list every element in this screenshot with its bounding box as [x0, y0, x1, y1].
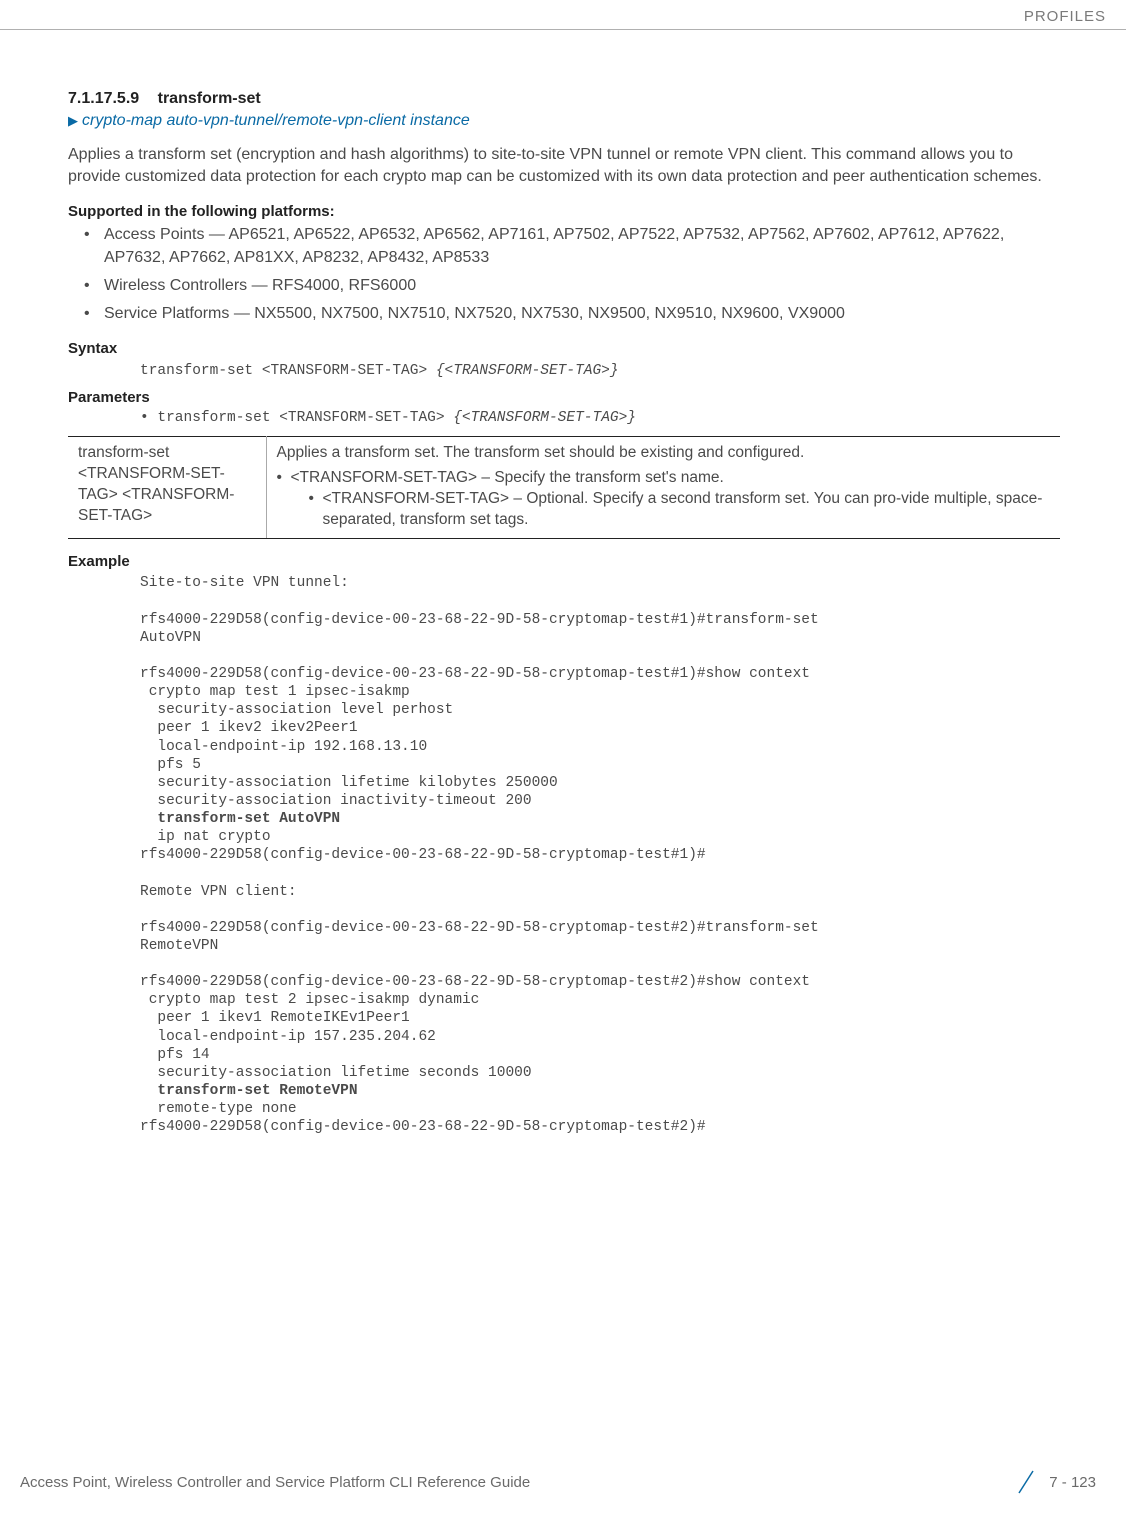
- param-desc-summary: Applies a transform set. The transform s…: [277, 443, 1051, 464]
- code-line: rfs4000-229D58(config-device-00-23-68-22…: [140, 665, 1066, 683]
- syntax-text: transform-set <TRANSFORM-SET-TAG> {<TRAN…: [140, 363, 619, 379]
- section-heading: 7.1.17.5.9 transform-set: [68, 90, 1066, 108]
- parameters-heading: Parameters: [68, 389, 1066, 406]
- footer-page-number-group: 7 - 123: [1013, 1469, 1096, 1495]
- code-line: security-association lifetime kilobytes …: [140, 774, 1066, 792]
- code-line: AutoVPN: [140, 629, 1066, 647]
- example-block: Site-to-site VPN tunnel: rfs4000-229D58(…: [68, 574, 1066, 1136]
- table-row: transform-set <TRANSFORM-SET-TAG> <TRANS…: [68, 436, 1060, 539]
- param-desc-list: <TRANSFORM-SET-TAG> – Specify the transf…: [277, 468, 1051, 531]
- code-line: Site-to-site VPN tunnel:: [140, 574, 1066, 592]
- code-line: security-association inactivity-timeout …: [140, 792, 1066, 810]
- list-item: Service Platforms — NX5500, NX7500, NX75…: [104, 303, 1066, 325]
- header-category: PROFILES: [1024, 8, 1106, 25]
- list-item: <TRANSFORM-SET-TAG> – Specify the transf…: [277, 468, 1051, 531]
- code-line: remote-type none: [140, 1100, 1066, 1118]
- code-line: ip nat crypto: [140, 828, 1066, 846]
- code-line: crypto map test 1 ipsec-isakmp: [140, 683, 1066, 701]
- code-line: local-endpoint-ip 192.168.13.10: [140, 738, 1066, 756]
- code-line: peer 1 ikev1 RemoteIKEv1Peer1: [140, 1009, 1066, 1027]
- code-line: rfs4000-229D58(config-device-00-23-68-22…: [140, 1118, 1066, 1136]
- breadcrumb-text: crypto-map auto-vpn-tunnel/remote-vpn-cl…: [82, 112, 470, 129]
- code-line: [140, 955, 1066, 973]
- code-line: Remote VPN client:: [140, 883, 1066, 901]
- code-line: rfs4000-229D58(config-device-00-23-68-22…: [140, 611, 1066, 629]
- breadcrumb-arrow-icon: ▶: [68, 113, 78, 128]
- slash-icon: [1013, 1469, 1039, 1495]
- code-line: security-association level perhost: [140, 701, 1066, 719]
- footer-page-number: 7 - 123: [1049, 1474, 1096, 1491]
- parameters-table: transform-set <TRANSFORM-SET-TAG> <TRANS…: [68, 436, 1060, 540]
- param-desc-sublist: <TRANSFORM-SET-TAG> – Optional. Specify …: [291, 489, 1051, 531]
- list-item: Wireless Controllers — RFS4000, RFS6000: [104, 275, 1066, 297]
- code-line: security-association lifetime seconds 10…: [140, 1064, 1066, 1082]
- page-header: PROFILES: [0, 0, 1126, 30]
- code-line: [140, 864, 1066, 882]
- code-line: rfs4000-229D58(config-device-00-23-68-22…: [140, 973, 1066, 991]
- code-line: crypto map test 2 ipsec-isakmp dynamic: [140, 991, 1066, 1009]
- intro-paragraph: Applies a transform set (encryption and …: [68, 144, 1066, 187]
- example-heading: Example: [68, 553, 1066, 570]
- code-line: [140, 593, 1066, 611]
- list-item: Access Points — AP6521, AP6522, AP6532, …: [104, 224, 1066, 269]
- page-content: 7.1.17.5.9 transform-set ▶ crypto-map aut…: [0, 30, 1126, 1136]
- code-line: transform-set RemoteVPN: [140, 1082, 1066, 1100]
- code-line: rfs4000-229D58(config-device-00-23-68-22…: [140, 846, 1066, 864]
- code-line: rfs4000-229D58(config-device-00-23-68-22…: [140, 919, 1066, 937]
- footer-guide-title: Access Point, Wireless Controller and Se…: [20, 1474, 530, 1491]
- syntax-line: transform-set <TRANSFORM-SET-TAG> {<TRAN…: [68, 361, 1066, 379]
- breadcrumb: ▶ crypto-map auto-vpn-tunnel/remote-vpn-c…: [68, 112, 1066, 130]
- code-line: pfs 14: [140, 1046, 1066, 1064]
- code-line: transform-set AutoVPN: [140, 810, 1066, 828]
- code-line: pfs 5: [140, 756, 1066, 774]
- list-item: <TRANSFORM-SET-TAG> – Optional. Specify …: [309, 489, 1051, 531]
- param-desc-cell: Applies a transform set. The transform s…: [266, 436, 1060, 539]
- page-footer: Access Point, Wireless Controller and Se…: [0, 1469, 1126, 1495]
- code-line: [140, 901, 1066, 919]
- code-line: [140, 647, 1066, 665]
- code-line: local-endpoint-ip 157.235.204.62: [140, 1028, 1066, 1046]
- syntax-heading: Syntax: [68, 340, 1066, 357]
- code-line: peer 1 ikev2 ikev2Peer1: [140, 719, 1066, 737]
- code-line: RemoteVPN: [140, 937, 1066, 955]
- parameters-bullet: transform-set <TRANSFORM-SET-TAG> {<TRAN…: [68, 410, 1066, 426]
- param-name-cell: transform-set <TRANSFORM-SET-TAG> <TRANS…: [68, 436, 266, 539]
- platforms-list: Access Points — AP6521, AP6522, AP6532, …: [68, 224, 1066, 326]
- platforms-heading: Supported in the following platforms:: [68, 203, 1066, 220]
- section-title: transform-set: [158, 90, 261, 107]
- section-number: 7.1.17.5.9: [68, 90, 139, 107]
